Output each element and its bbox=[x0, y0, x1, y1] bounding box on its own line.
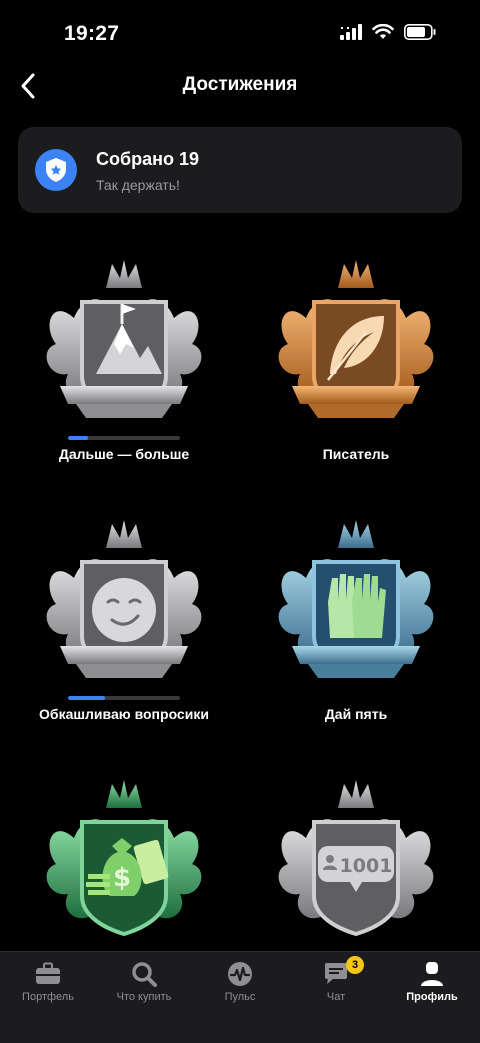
achievement-card[interactable]: $ bbox=[24, 778, 224, 948]
achievement-progress bbox=[68, 436, 180, 440]
achievement-card[interactable]: Дай пять bbox=[256, 518, 456, 722]
smile-face-icon bbox=[92, 578, 156, 642]
notification-badge: 3 bbox=[346, 956, 364, 974]
achievement-progress bbox=[68, 696, 180, 700]
battery-icon bbox=[404, 24, 436, 40]
achievement-label: Обкашливаю вопросики bbox=[39, 706, 209, 722]
tab-label: Пульс bbox=[224, 991, 256, 1003]
achievement-badge-bronze bbox=[278, 260, 434, 418]
achievement-card[interactable]: Обкашливаю вопросики bbox=[24, 518, 224, 722]
achievement-progress-fill bbox=[68, 696, 105, 700]
achievement-label: Дай пять bbox=[324, 706, 388, 722]
profile-icon bbox=[418, 960, 446, 988]
achievement-progress-fill bbox=[68, 436, 89, 440]
wifi-icon bbox=[372, 24, 394, 39]
status-bar: 19:27 bbox=[0, 0, 480, 70]
status-icons bbox=[340, 24, 436, 40]
svg-text:1001: 1001 bbox=[340, 855, 393, 877]
tab-pulse[interactable]: Пульс bbox=[192, 952, 288, 1022]
tab-label: Портфель bbox=[22, 991, 74, 1003]
tab-bar: Портфель Что купить Пульс 3 Чат Профиль bbox=[0, 951, 480, 1043]
briefcase-icon bbox=[34, 960, 62, 988]
cellular-signal-icon bbox=[340, 24, 362, 40]
achievement-badge-green: $ bbox=[46, 780, 202, 937]
page-title: Достижения bbox=[182, 74, 298, 95]
summary-title: Собрано 19 bbox=[96, 149, 200, 169]
tab-label: Что купить bbox=[116, 991, 172, 1003]
achievement-card[interactable]: Дальше — больше bbox=[24, 258, 224, 462]
summary-card[interactable]: Собрано 19 Так держать! bbox=[18, 127, 462, 213]
status-time: 19:27 bbox=[64, 22, 120, 45]
tab-portfolio[interactable]: Портфель bbox=[0, 952, 96, 1022]
tab-what-to-buy[interactable]: Что купить bbox=[96, 952, 192, 1022]
shield-star-icon bbox=[35, 149, 77, 191]
tab-profile[interactable]: Профиль bbox=[384, 952, 480, 1022]
search-icon bbox=[130, 960, 158, 988]
svg-text:$: $ bbox=[113, 863, 131, 893]
high-five-hands-icon bbox=[328, 574, 386, 638]
achievement-label: Дальше — больше bbox=[58, 446, 190, 462]
achievement-card[interactable]: Писатель bbox=[256, 258, 456, 462]
achievement-card[interactable]: 1001 bbox=[256, 778, 456, 948]
summary-subtitle: Так держать! bbox=[96, 177, 180, 193]
achievement-label: Писатель bbox=[322, 446, 390, 462]
achievement-badge-blue bbox=[278, 520, 434, 678]
achievement-badge-silver bbox=[46, 520, 202, 678]
tab-label: Профиль bbox=[406, 991, 458, 1003]
pulse-icon bbox=[226, 960, 254, 988]
tab-chat[interactable]: 3 Чат bbox=[288, 952, 384, 1022]
tab-label: Чат bbox=[326, 991, 346, 1003]
nav-header: Достижения bbox=[0, 64, 480, 110]
achievement-badge-silver: 1001 bbox=[278, 780, 434, 937]
achievement-badge-silver bbox=[46, 260, 202, 418]
